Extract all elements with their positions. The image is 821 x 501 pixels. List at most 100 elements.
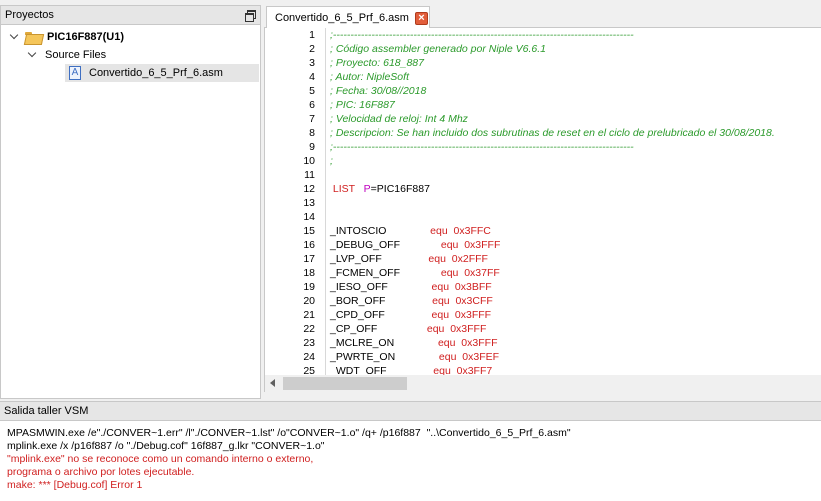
code-line[interactable]: ; Autor: NipleSoft xyxy=(327,70,821,84)
code-line[interactable] xyxy=(327,210,821,224)
code-symbol: _CPD_OFF xyxy=(330,309,432,321)
code-symbol: _INTOSCIO xyxy=(330,225,431,237)
project-name: PIC16F887(U1) xyxy=(47,31,125,43)
horizontal-scrollbar[interactable] xyxy=(264,375,821,392)
code-line[interactable]: ; Código assembler generado por Niple V6… xyxy=(327,42,821,56)
asm-file-icon: A xyxy=(69,66,81,80)
close-icon[interactable]: × xyxy=(414,11,428,25)
source-folder-label: Source Files xyxy=(45,49,107,61)
project-panel-header: Proyectos xyxy=(1,6,260,25)
code-line[interactable]: ; Proyecto: 618_887 xyxy=(327,56,821,70)
tab-asm-file[interactable]: Convertido_6_5_Prf_6.asm × xyxy=(266,6,430,29)
code-keyword: LIST xyxy=(330,183,364,195)
chevron-down-icon[interactable] xyxy=(27,50,37,60)
line-number: 1 xyxy=(309,29,315,41)
code-line[interactable]: _BOR_OFF equ 0x3CFF xyxy=(327,294,821,308)
code-symbol: _IESO_OFF xyxy=(330,281,432,293)
output-line: MPASMWIN.exe /e"./CONVER~1.err" /l"./CON… xyxy=(7,427,571,439)
code-area[interactable]: ;---------------------------------------… xyxy=(327,28,821,375)
line-number: 10 xyxy=(303,155,315,167)
chevron-down-icon[interactable] xyxy=(9,32,19,42)
code-symbol: _FCMEN_OFF xyxy=(330,267,441,279)
code-equ-value: equ 0x3CFF xyxy=(432,295,493,307)
code-equ-value: equ 0x2FFF xyxy=(428,253,488,265)
line-number: 2 xyxy=(309,43,315,55)
selected-file[interactable]: A Convertido_6_5_Prf_6.asm xyxy=(65,64,259,82)
line-number: 14 xyxy=(303,211,315,223)
code-comment: ;---------------------------------------… xyxy=(330,141,634,153)
code-line[interactable]: _CPD_OFF equ 0x3FFF xyxy=(327,308,821,322)
code-comment: ; xyxy=(330,155,333,167)
output-line: programa o archivo por lotes ejecutable. xyxy=(7,466,195,478)
code-line[interactable]: ; xyxy=(327,154,821,168)
code-line[interactable]: _PWRTE_ON equ 0x3FEF xyxy=(327,350,821,364)
code-symbol: _WDT_OFF xyxy=(330,365,434,375)
code-line[interactable]: ;---------------------------------------… xyxy=(327,28,821,42)
line-number: 21 xyxy=(303,309,315,321)
code-line[interactable]: _IESO_OFF equ 0x3BFF xyxy=(327,280,821,294)
output-line: "mplink.exe" no se reconoce como un coma… xyxy=(7,453,314,465)
code-line[interactable]: ;---------------------------------------… xyxy=(327,140,821,154)
code-editor[interactable]: 1 2 3 4 5 6 7 8 9 10 11 12 13 14 15 16 17 18 19 20 21 22 23 24 2… xyxy=(264,28,821,375)
code-symbol: _CP_OFF xyxy=(330,323,427,335)
code-equ-value: equ 0x3FFF xyxy=(431,309,492,321)
scrollbar-thumb[interactable] xyxy=(283,377,407,390)
line-number: 11 xyxy=(304,169,315,181)
code-equ-value: equ 0x3FFF xyxy=(437,337,498,349)
code-equ-value: equ 0x3FFF xyxy=(440,239,501,251)
code-line[interactable]: _CP_OFF equ 0x3FFF xyxy=(327,322,821,336)
code-equ-value: equ 0x3FFF xyxy=(426,323,487,335)
output-line: mplink.exe /x /p16f887 /o "./Debug.cof" … xyxy=(7,440,325,452)
project-panel: Proyectos PIC16F887(U1) Source Files A C… xyxy=(0,5,261,399)
code-line[interactable]: _DEBUG_OFF equ 0x3FFF xyxy=(327,238,821,252)
code-line[interactable]: ; Fecha: 30/08//2018 xyxy=(327,84,821,98)
code-equ-value: equ 0x3FEF xyxy=(438,351,500,363)
code-equ-value: equ 0x3FFC xyxy=(430,225,491,237)
tree-item-project[interactable]: PIC16F887(U1) xyxy=(1,28,260,46)
code-symbol: _BOR_OFF xyxy=(330,295,433,307)
restore-window-icon[interactable] xyxy=(244,9,256,22)
code-value: =PIC16F887 xyxy=(370,183,430,195)
code-line[interactable] xyxy=(327,196,821,210)
line-number: 13 xyxy=(303,197,315,209)
code-comment: ; PIC: 16F887 xyxy=(330,99,395,111)
code-line[interactable]: _FCMEN_OFF equ 0x37FF xyxy=(327,266,821,280)
code-symbol: _LVP_OFF xyxy=(330,253,429,265)
code-comment: ; Fecha: 30/08//2018 xyxy=(330,85,427,97)
code-line[interactable] xyxy=(327,168,821,182)
line-number: 23 xyxy=(303,337,315,349)
project-panel-title: Proyectos xyxy=(5,9,54,21)
scroll-left-icon[interactable] xyxy=(270,379,275,387)
code-line[interactable]: _MCLRE_ON equ 0x3FFF xyxy=(327,336,821,350)
line-number: 24 xyxy=(303,351,315,363)
tree-item-asm-file[interactable]: A Convertido_6_5_Prf_6.asm xyxy=(1,64,260,82)
project-tree: PIC16F887(U1) Source Files A Convertido_… xyxy=(1,25,260,82)
line-number: 12 xyxy=(303,183,315,195)
code-param: P xyxy=(363,183,371,195)
code-equ-value: equ 0x3BFF xyxy=(431,281,492,293)
tab-label: Convertido_6_5_Prf_6.asm xyxy=(275,12,409,24)
code-line[interactable]: _INTOSCIO equ 0x3FFC xyxy=(327,224,821,238)
code-line[interactable]: _LVP_OFF equ 0x2FFF xyxy=(327,252,821,266)
code-comment: ; Proyecto: 618_887 xyxy=(330,57,424,69)
folder-open-icon xyxy=(25,31,41,43)
output-panel: MPASMWIN.exe /e"./CONVER~1.err" /l"./CON… xyxy=(0,421,821,501)
code-line[interactable]: ; Descripcion: Se han incluido dos subru… xyxy=(327,126,821,140)
code-line[interactable]: LIST P=PIC16F887 xyxy=(327,182,821,196)
code-comment: ; Autor: NipleSoft xyxy=(330,71,409,83)
code-line[interactable]: ; PIC: 16F887 xyxy=(327,98,821,112)
line-number: 25 xyxy=(303,365,315,375)
line-number: 9 xyxy=(309,141,315,153)
code-comment: ;---------------------------------------… xyxy=(330,29,634,41)
code-line[interactable]: ; Velocidad de reloj: Int 4 Mhz xyxy=(327,112,821,126)
line-number-gutter: 1 2 3 4 5 6 7 8 9 10 11 12 13 14 15 16 17 18 19 20 21 22 23 24 2… xyxy=(265,28,326,375)
line-number: 5 xyxy=(309,85,315,97)
output-line: make: *** [Debug.cof] Error 1 xyxy=(7,479,143,491)
code-comment: ; Descripcion: Se han incluido dos subru… xyxy=(330,127,775,139)
tree-item-source-files[interactable]: Source Files xyxy=(1,46,260,64)
line-number: 6 xyxy=(309,99,315,111)
code-symbol: _MCLRE_ON xyxy=(330,337,438,349)
line-number: 17 xyxy=(303,253,315,265)
line-number: 15 xyxy=(303,225,315,237)
code-line[interactable]: _WDT_OFF equ 0x3FF7 xyxy=(327,364,821,375)
